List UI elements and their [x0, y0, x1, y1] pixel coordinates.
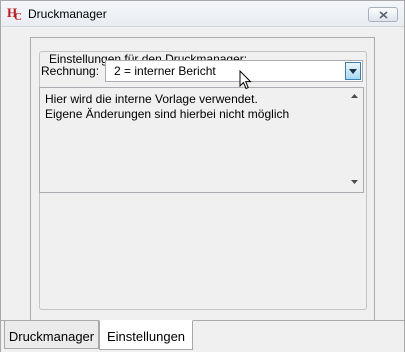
dropdown-button[interactable] [345, 62, 361, 80]
scroll-down-arrow-icon[interactable] [351, 180, 358, 184]
info-text: Hier wird die interne Vorlage verwendet.… [45, 92, 290, 121]
rechnung-dropdown[interactable]: 2 = interner Bericht [105, 60, 363, 82]
close-button[interactable] [368, 7, 398, 22]
scroll-up-arrow-icon[interactable] [351, 94, 358, 98]
tab-druckmanager[interactable]: Druckmanager [4, 321, 99, 349]
tab-einstellungen[interactable]: Einstellungen [99, 320, 193, 350]
chevron-down-icon [349, 69, 357, 74]
window-title: Druckmanager [28, 7, 107, 21]
rechnung-label: Rechnung: [41, 64, 100, 78]
title-bar[interactable]: HC Druckmanager [1, 1, 404, 27]
druckmanager-window: HC Druckmanager Einstellungen für den Dr… [0, 0, 405, 352]
info-textarea[interactable]: Hier wird die interne Vorlage verwendet.… [39, 87, 364, 193]
vertical-scrollbar[interactable] [346, 88, 363, 192]
tab-bar: Druckmanager Einstellungen [1, 320, 404, 352]
dropdown-selected-value: 2 = interner Bericht [114, 64, 216, 78]
app-icon: HC [7, 5, 22, 23]
mouse-cursor-icon [239, 70, 252, 90]
close-icon [379, 11, 388, 19]
